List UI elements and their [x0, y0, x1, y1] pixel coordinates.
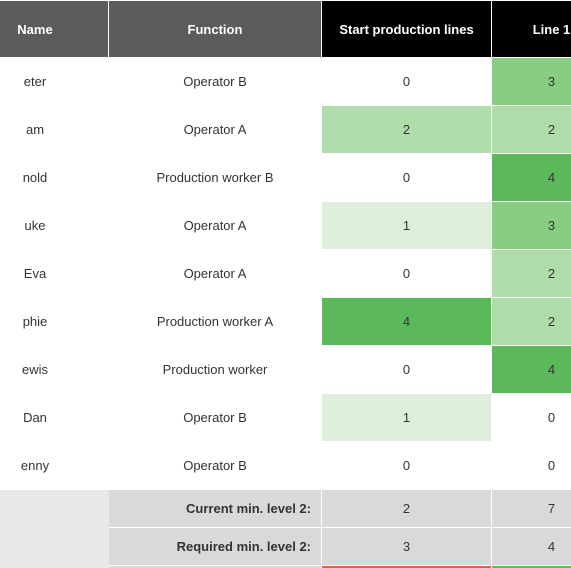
cell-name: phie [0, 298, 109, 346]
cell-skill: 2 [322, 106, 492, 154]
cell-name: ewis [0, 346, 109, 394]
table-row: phie Production worker A 4 2 [0, 298, 571, 346]
cell-func: Operator B [109, 442, 322, 490]
table-header-row: Name Function Start production lines Lin… [0, 1, 571, 58]
cell-name: Eva [0, 250, 109, 298]
table-row: uke Operator A 1 3 [0, 202, 571, 250]
table-row: am Operator A 2 2 [0, 106, 571, 154]
cell-skill: 4 [322, 298, 492, 346]
cell-func: Operator A [109, 106, 322, 154]
cell-func: Operator A [109, 202, 322, 250]
cell-skill: 2 [492, 250, 571, 298]
cell-skill: 4 [492, 154, 571, 202]
cell-skill: 0 [322, 154, 492, 202]
table-row: enny Operator B 0 0 [0, 442, 571, 490]
table-summary: Current min. level 2: 2 7 Required min. … [0, 490, 571, 568]
summary-value: 3 [322, 528, 492, 566]
cell-name: eter [0, 58, 109, 106]
cell-skill: 0 [322, 250, 492, 298]
cell-skill: 0 [322, 346, 492, 394]
cell-func: Operator B [109, 58, 322, 106]
summary-row-current: Current min. level 2: 2 7 [0, 490, 571, 528]
cell-skill: 1 [322, 394, 492, 442]
cell-name: Dan [0, 394, 109, 442]
summary-label: Required min. level 2: [109, 528, 322, 566]
cell-func: Production worker A [109, 298, 322, 346]
table-row: Eva Operator A 0 2 [0, 250, 571, 298]
summary-value: 4 [492, 528, 571, 566]
cell-name: enny [0, 442, 109, 490]
summary-value: 7 [492, 490, 571, 528]
cell-func: Operator B [109, 394, 322, 442]
cell-skill: 3 [492, 202, 571, 250]
cell-name: am [0, 106, 109, 154]
table-body: eter Operator B 0 3 am Operator A 2 2 no… [0, 58, 571, 490]
cell-func: Operator A [109, 250, 322, 298]
col-header-name: Name [0, 1, 109, 58]
cell-skill: 0 [492, 394, 571, 442]
table-row: nold Production worker B 0 4 [0, 154, 571, 202]
table-row: ewis Production worker 0 4 [0, 346, 571, 394]
cell-skill: 0 [322, 442, 492, 490]
summary-row-required: Required min. level 2: 3 4 [0, 528, 571, 566]
table-row: Dan Operator B 1 0 [0, 394, 571, 442]
cell-skill: 0 [322, 58, 492, 106]
cell-skill: 1 [322, 202, 492, 250]
table-row: eter Operator B 0 3 [0, 58, 571, 106]
cell-skill: 2 [492, 106, 571, 154]
blank-cell [0, 490, 109, 528]
cell-skill: 4 [492, 346, 571, 394]
blank-cell [0, 528, 109, 566]
col-header-start: Start production lines [322, 1, 492, 58]
skill-matrix-table: Name Function Start production lines Lin… [0, 0, 571, 568]
cell-skill: 0 [492, 442, 571, 490]
cell-name: uke [0, 202, 109, 250]
col-header-func: Function [109, 1, 322, 58]
summary-value: 2 [322, 490, 492, 528]
cell-func: Production worker [109, 346, 322, 394]
col-header-line1: Line 1 [492, 1, 571, 58]
cell-skill: 3 [492, 58, 571, 106]
summary-label: Current min. level 2: [109, 490, 322, 528]
cell-func: Production worker B [109, 154, 322, 202]
cell-name: nold [0, 154, 109, 202]
cell-skill: 2 [492, 298, 571, 346]
